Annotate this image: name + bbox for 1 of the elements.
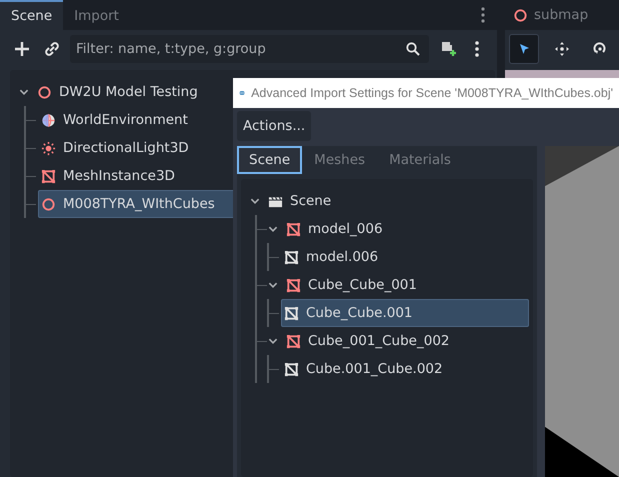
window-title: Advanced Import Settings for Scene 'M008TYRA_WIthCubes.obj' xyxy=(251,86,613,100)
